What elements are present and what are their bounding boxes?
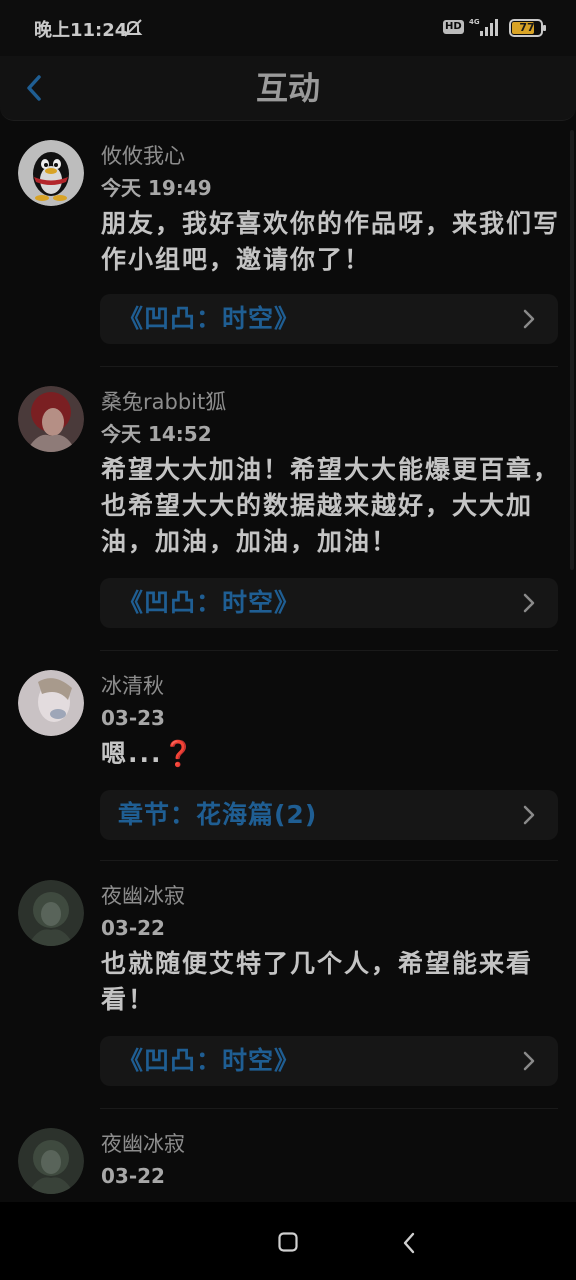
nav-back-icon[interactable] [402, 1232, 416, 1254]
work-link-title: 《凹凸：时空》 [118, 1046, 301, 1075]
header-bar: 互动 [0, 56, 576, 121]
question-mark-emoji: ❓ [162, 739, 196, 768]
avatar[interactable] [18, 140, 84, 206]
divider [100, 366, 558, 367]
system-nav-bar [0, 1202, 576, 1280]
chapter-link-card[interactable]: 章节：花海篇(2) [100, 790, 558, 840]
username[interactable]: 桑兔rabbit狐 [101, 388, 226, 416]
home-square-icon[interactable] [278, 1232, 298, 1252]
username[interactable]: 夜幽冰寂 [101, 1130, 185, 1158]
chevron-right-icon [523, 1051, 535, 1071]
work-link-card[interactable]: 《凹凸：时空》 [100, 1036, 558, 1086]
username[interactable]: 冰清秋 [101, 672, 164, 700]
battery-level: 77 [519, 21, 535, 34]
comment-text: 朋友，我好喜欢你的作品呀，来我们写作小组吧，邀请你了！ [101, 209, 561, 274]
avatar[interactable] [18, 386, 84, 452]
penguin-avatar-icon [18, 140, 84, 206]
user-photo-avatar-icon [18, 386, 84, 452]
chevron-right-icon [523, 593, 535, 613]
interaction-feed: 攸攸我心 今天 19:49 朋友，我好喜欢你的作品呀，来我们写作小组吧，邀请你了… [0, 120, 576, 1202]
avatar[interactable] [18, 1128, 84, 1194]
chevron-right-icon [523, 805, 535, 825]
comment-text: 希望大大加油！希望大大能爆更百章，也希望大大的数据越来越好，大大加油，加油，加油… [101, 455, 561, 556]
page-title: 互动 [255, 69, 320, 107]
status-time: 晚上11:24 [34, 20, 128, 41]
chapter-link-title: 章节：花海篇(2) [118, 800, 318, 829]
bell-muted-icon [123, 19, 143, 37]
avatar[interactable] [18, 880, 84, 946]
comment-text: 也就随便艾特了几个人，希望能来看看！ [101, 949, 534, 1014]
comment-date: 今天 14:52 [101, 422, 212, 446]
signal-4g-icon: 4G [469, 18, 498, 36]
work-link-card[interactable]: 《凹凸：时空》 [100, 294, 558, 344]
user-photo-avatar-icon [18, 1128, 84, 1194]
comment-text-body: 嗯... [101, 739, 163, 768]
work-link-card[interactable]: 《凹凸：时空》 [100, 578, 558, 628]
username[interactable]: 夜幽冰寂 [101, 882, 185, 910]
comment-date: 03-23 [101, 706, 165, 730]
status-bar: 晚上11:24 HD 4G 77 [0, 0, 576, 56]
chevron-right-icon [523, 309, 535, 329]
comment-date: 今天 19:49 [101, 176, 212, 200]
divider [100, 650, 558, 651]
work-link-title: 《凹凸：时空》 [118, 588, 301, 617]
hd-icon: HD [443, 20, 464, 34]
comment-date: 03-22 [101, 916, 165, 940]
user-photo-avatar-icon [18, 880, 84, 946]
work-link-title: 《凹凸：时空》 [118, 304, 301, 333]
divider [100, 860, 558, 861]
comment-text: 嗯...❓ [101, 736, 563, 772]
divider [100, 1108, 558, 1109]
avatar[interactable] [18, 670, 84, 736]
user-photo-avatar-icon [18, 670, 84, 736]
comment-date: 03-22 [101, 1164, 165, 1188]
username[interactable]: 攸攸我心 [101, 142, 185, 170]
svg-text:4G: 4G [469, 18, 480, 26]
